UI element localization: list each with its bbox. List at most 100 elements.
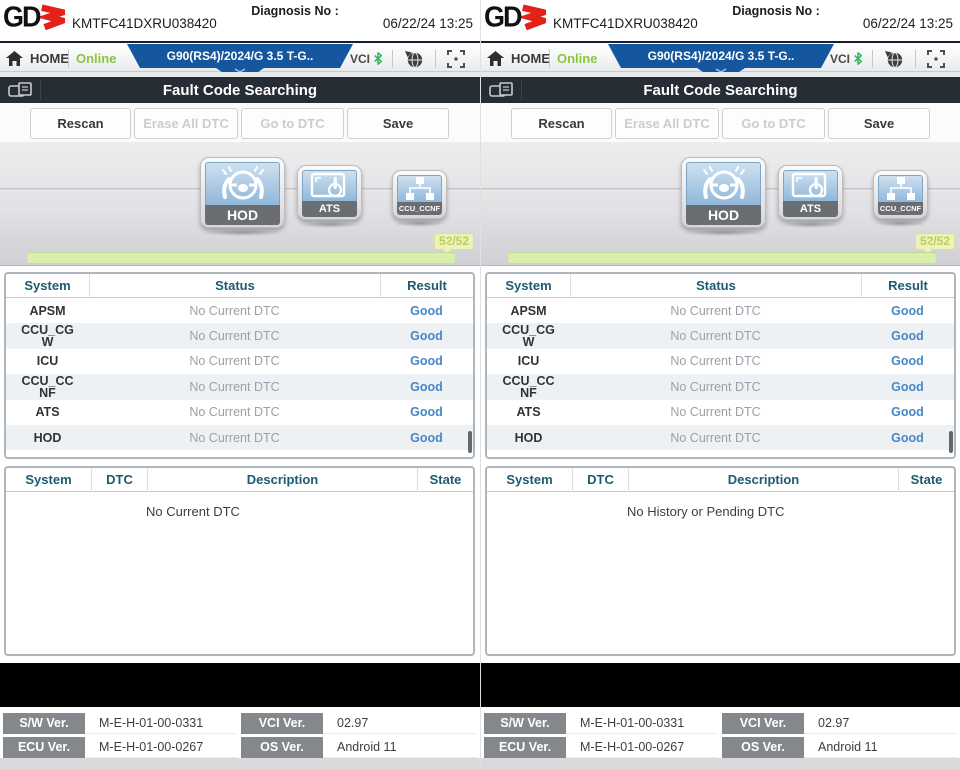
result-cell[interactable]: Good [861, 329, 954, 343]
result-cell[interactable]: Good [861, 431, 954, 445]
column-header-system[interactable]: System [487, 274, 570, 298]
system-cell: APSM [6, 305, 89, 317]
online-status: Online [557, 45, 597, 72]
vci-connection-button[interactable]: VCI [821, 51, 872, 66]
column-header-status[interactable]: Status [89, 274, 380, 298]
column-header-result[interactable]: Result [861, 274, 954, 298]
table-scrollbar[interactable] [949, 431, 953, 453]
dtc-table-header: System DTC Description State [487, 468, 954, 492]
column-header-dtc[interactable]: DTC [91, 468, 147, 492]
steering-wheel-hands-icon [205, 162, 280, 205]
internet-update-button[interactable] [393, 50, 435, 68]
result-cell[interactable]: Good [861, 354, 954, 368]
result-cell[interactable]: Good [861, 304, 954, 318]
system-result-row[interactable]: ATSNo Current DTCGood [487, 400, 954, 425]
system-result-row[interactable]: HODNo Current DTCGood [487, 425, 954, 450]
home-button[interactable]: HOME [487, 45, 550, 72]
vci-ver-value: 02.97 [323, 713, 477, 734]
system-result-row[interactable]: ICUNo Current DTCGood [6, 349, 473, 374]
nav-bar: HOME Online G90(RS4)/2024/G 3.5 T-G.. VC… [0, 45, 480, 72]
status-cell: No Current DTC [570, 380, 861, 394]
system-result-row[interactable]: APSMNo Current DTCGood [487, 298, 954, 323]
gds-logo-text: GD [484, 1, 521, 34]
system-cell: CCU_CC NF [6, 375, 89, 399]
column-header-result[interactable]: Result [380, 274, 473, 298]
system-result-table: System Status Result APSMNo Current DTCG… [485, 272, 956, 459]
version-footer: S/W Ver. M-E-H-01-00-0331 VCI Ver. 02.97… [481, 707, 960, 769]
screen-capture-button[interactable] [916, 50, 956, 68]
system-result-row[interactable]: HODNo Current DTCGood [6, 425, 473, 450]
home-label: HOME [511, 51, 550, 66]
result-cell[interactable]: Good [380, 431, 473, 445]
erase-all-dtc-button[interactable]: Erase All DTC [615, 108, 719, 139]
save-button[interactable]: Save [347, 108, 449, 139]
system-cell: HOD [6, 432, 89, 444]
result-cell[interactable]: Good [861, 405, 954, 419]
screen-capture-button[interactable] [436, 50, 476, 68]
system-result-row[interactable]: CCU_CG WNo Current DTCGood [487, 323, 954, 348]
table-scrollbar[interactable] [468, 431, 472, 453]
result-cell[interactable]: Good [380, 304, 473, 318]
home-label: HOME [30, 51, 69, 66]
system-result-row[interactable]: ICUNo Current DTCGood [487, 349, 954, 374]
home-button[interactable]: HOME [6, 45, 69, 72]
system-result-row[interactable]: CCU_CC NFNo Current DTCGood [6, 374, 473, 399]
bluetooth-icon [373, 51, 383, 66]
system-result-rows: APSMNo Current DTCGoodCCU_CG WNo Current… [6, 298, 473, 450]
system-icon-hod[interactable]: HOD [200, 157, 285, 228]
system-result-row[interactable]: ATSNo Current DTCGood [6, 400, 473, 425]
column-header-state[interactable]: State [898, 468, 954, 492]
result-cell[interactable]: Good [380, 405, 473, 419]
result-cell[interactable]: Good [380, 354, 473, 368]
column-header-system[interactable]: System [6, 274, 89, 298]
nav-divider [549, 49, 550, 68]
column-header-description[interactable]: Description [147, 468, 417, 492]
globe-sync-icon [884, 50, 904, 68]
system-cell: ATS [6, 406, 89, 418]
datetime-text: 06/22/24 13:25 [383, 16, 473, 31]
erase-all-dtc-button[interactable]: Erase All DTC [134, 108, 238, 139]
ecu-ver-label: ECU Ver. [3, 737, 85, 758]
status-cell: No Current DTC [570, 431, 861, 445]
system-icon-ccu-ccnf[interactable]: CCU_CCNF [392, 170, 447, 219]
system-icon-ats[interactable]: ATS [297, 165, 362, 220]
result-cell[interactable]: Good [861, 380, 954, 394]
scan-progress-bar [27, 252, 455, 263]
rescan-button[interactable]: Rescan [511, 108, 612, 139]
system-icon-hod[interactable]: HOD [681, 157, 766, 228]
system-result-row[interactable]: APSMNo Current DTCGood [6, 298, 473, 323]
bottom-black-band [481, 663, 960, 707]
capture-frame-icon [447, 50, 465, 68]
vehicle-report-icon[interactable] [8, 81, 35, 99]
column-header-status[interactable]: Status [570, 274, 861, 298]
network-tree-icon [878, 175, 923, 202]
system-icon-label: HOD [205, 205, 280, 225]
vehicle-selection-tab[interactable]: G90(RS4)/2024/G 3.5 T-G.. [127, 44, 353, 68]
column-header-state[interactable]: State [417, 468, 473, 492]
result-cell[interactable]: Good [380, 329, 473, 343]
vehicle-report-icon[interactable] [489, 81, 516, 99]
column-header-dtc[interactable]: DTC [572, 468, 628, 492]
system-icon-ccu-ccnf[interactable]: CCU_CCNF [873, 170, 928, 219]
dtc-table-header: System DTC Description State [6, 468, 473, 492]
system-result-row[interactable]: CCU_CG WNo Current DTCGood [6, 323, 473, 348]
column-header-description[interactable]: Description [628, 468, 898, 492]
system-result-row[interactable]: CCU_CC NFNo Current DTCGood [487, 374, 954, 399]
save-button[interactable]: Save [828, 108, 930, 139]
internet-update-button[interactable] [873, 50, 915, 68]
result-cell[interactable]: Good [380, 380, 473, 394]
rescan-button[interactable]: Rescan [30, 108, 131, 139]
system-cell: CCU_CG W [487, 324, 570, 348]
divider [40, 80, 41, 100]
column-header-system[interactable]: System [487, 468, 572, 492]
home-icon [6, 51, 23, 66]
go-to-dtc-button[interactable]: Go to DTC [241, 108, 344, 139]
version-footer: S/W Ver. M-E-H-01-00-0331 VCI Ver. 02.97… [0, 707, 480, 769]
vehicle-selection-tab[interactable]: G90(RS4)/2024/G 3.5 T-G.. [608, 44, 834, 68]
go-to-dtc-button[interactable]: Go to DTC [722, 108, 825, 139]
online-status: Online [76, 45, 116, 72]
vci-connection-button[interactable]: VCI [341, 51, 392, 66]
column-header-system[interactable]: System [6, 468, 91, 492]
system-icon-ats[interactable]: ATS [778, 165, 843, 220]
vci-label: VCI [830, 52, 850, 66]
